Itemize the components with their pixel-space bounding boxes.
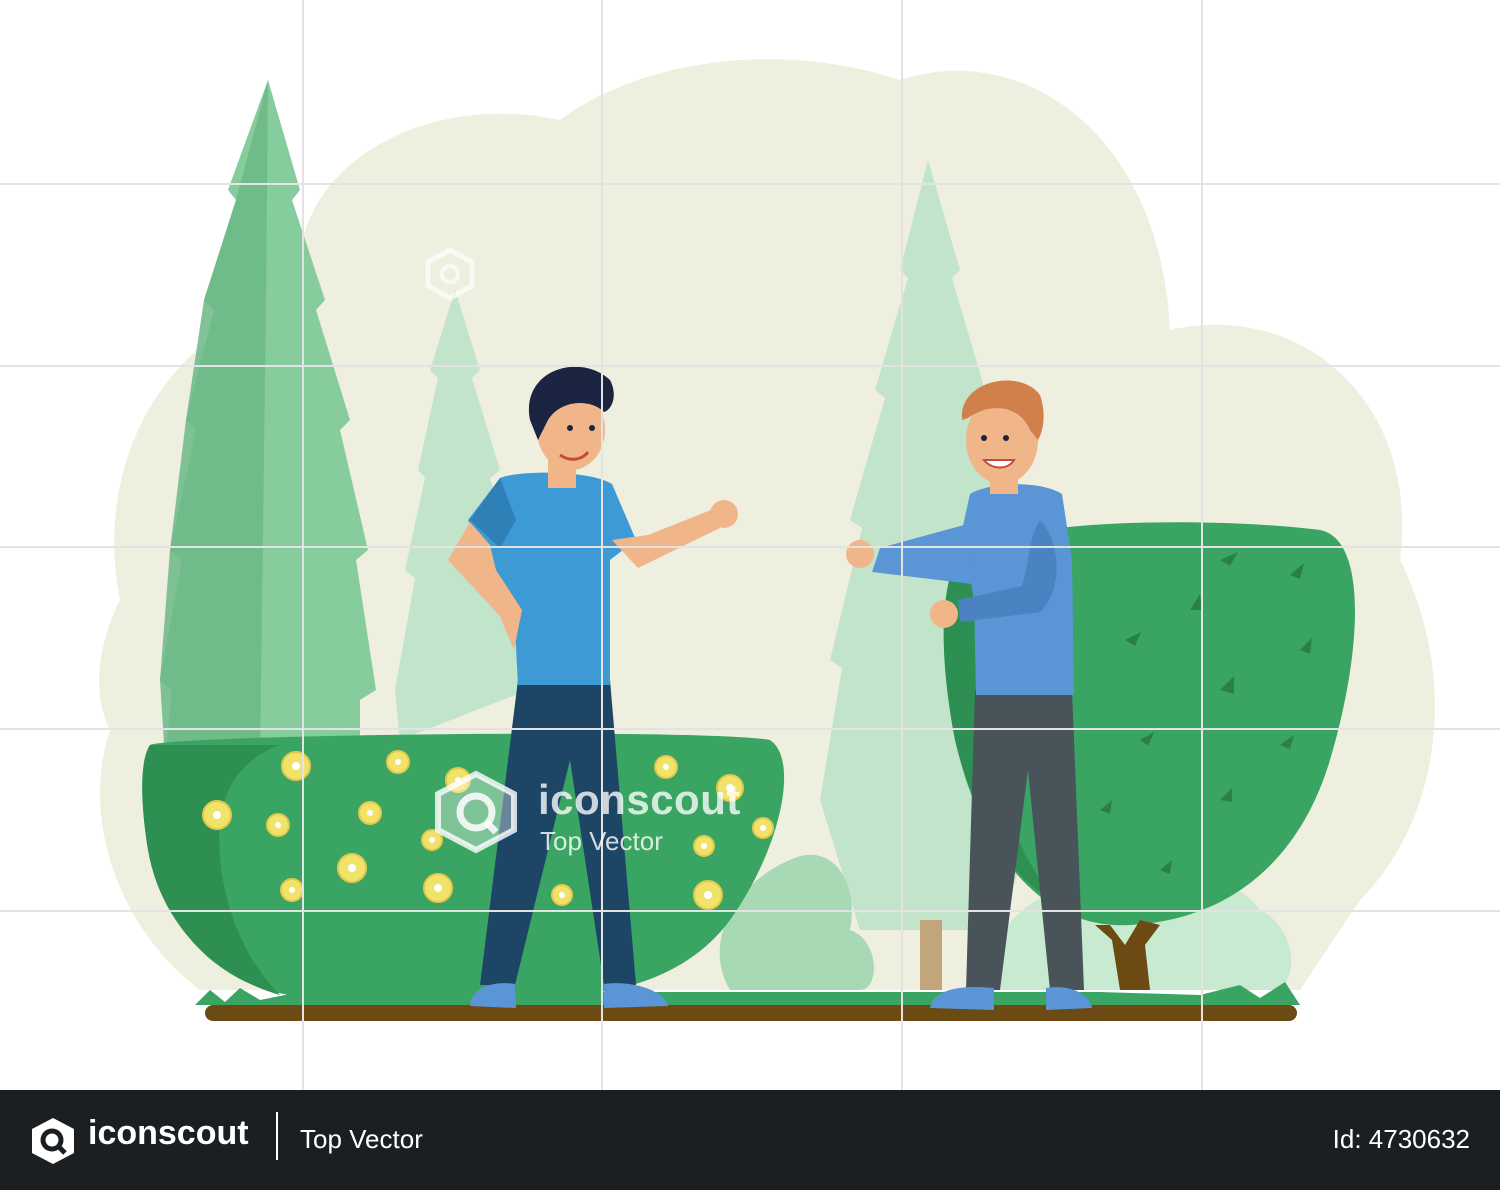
footer-tag: Top Vector (300, 1124, 423, 1154)
watermark-subtitle: Top Vector (540, 826, 663, 856)
watermark-logo-icon (435, 770, 517, 854)
footer-bar: iconscout Top Vector Id: 4730632 (0, 1090, 1500, 1190)
grid-line (601, 0, 603, 1090)
park-illustration (99, 59, 1435, 1021)
footer-asset-id: Id: 4730632 (1332, 1124, 1470, 1154)
illustration-canvas: iconscout Top Vector (0, 0, 1500, 1090)
grid-line (901, 0, 903, 1090)
grid-line (0, 183, 1500, 185)
grid-line (0, 365, 1500, 367)
grid-line (0, 546, 1500, 548)
grid-line (0, 728, 1500, 730)
watermark-brand: iconscout (538, 776, 741, 823)
grid-line (0, 910, 1500, 912)
iconscout-logo-icon (32, 1118, 74, 1164)
footer-divider (276, 1112, 278, 1160)
footer-brand-name: iconscout (88, 1114, 249, 1152)
grid-line (302, 0, 304, 1090)
grid-line (1201, 0, 1203, 1090)
center-watermark: iconscout Top Vector (430, 770, 790, 860)
